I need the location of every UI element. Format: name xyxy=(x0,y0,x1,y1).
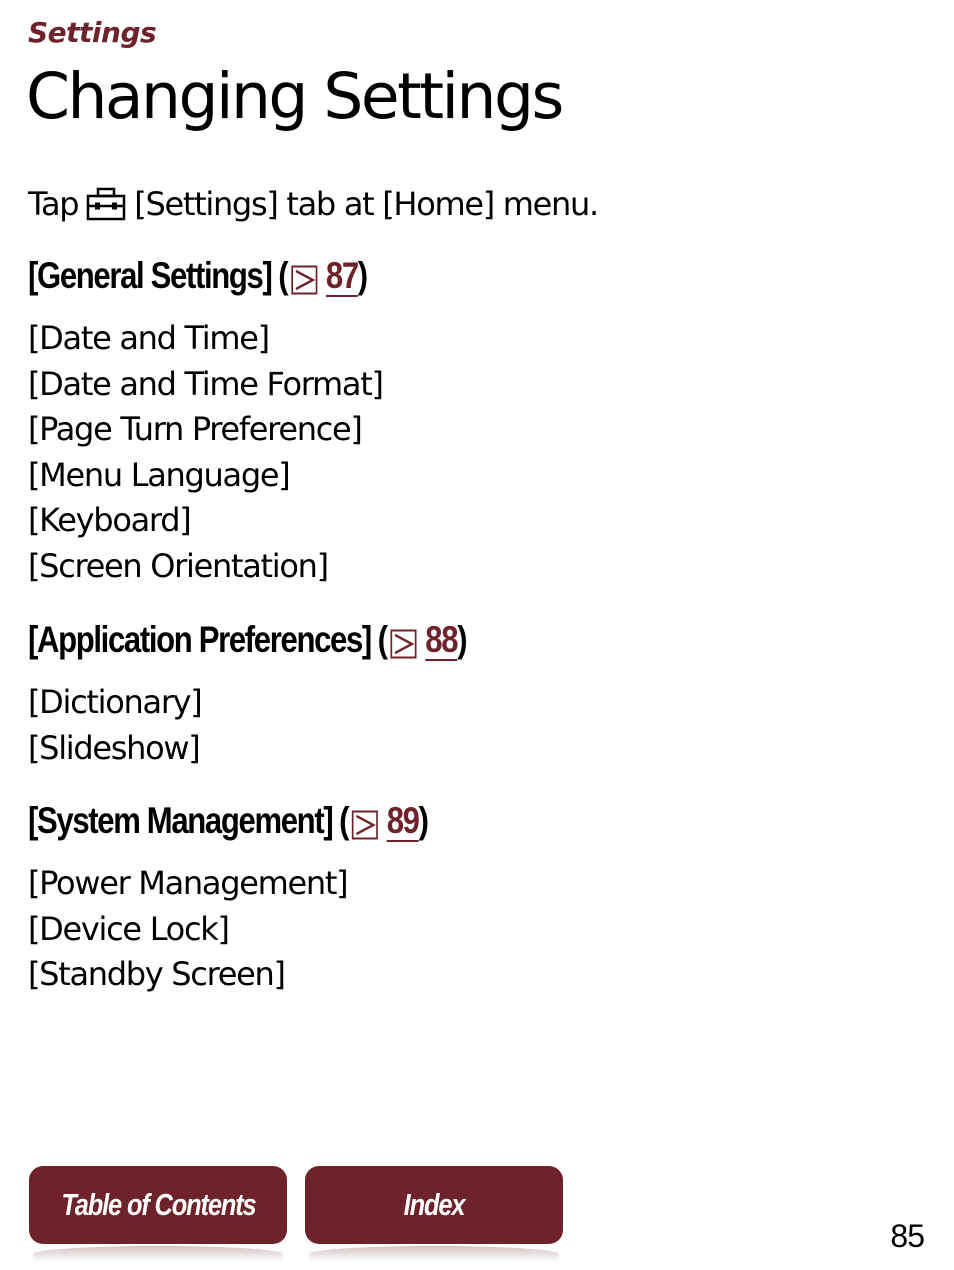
page-ref-link[interactable]: 89 xyxy=(387,799,420,843)
system-management-list: [Power Management] [Device Lock] [Standb… xyxy=(28,861,349,998)
close-paren: ) xyxy=(418,800,429,841)
intro-before: Tap xyxy=(28,185,80,223)
open-paren: ( xyxy=(377,619,388,660)
toolbox-icon xyxy=(86,187,126,221)
section-label: Settings xyxy=(28,16,157,49)
list-item: [Page Turn Preference] xyxy=(28,410,363,448)
intro-text: Tap [Settings] tab at [Home] menu. xyxy=(28,182,599,226)
heading-application-preferences: [Application Preferences] ( 88 ) xyxy=(28,618,468,662)
index-label: Index xyxy=(403,1187,466,1222)
list-item: [Screen Orientation] xyxy=(28,546,329,585)
list-item: [Date and Time Format] xyxy=(28,364,384,403)
list-item: [Standby Screen] xyxy=(28,955,286,993)
list-item: [Date and Time] xyxy=(28,319,270,357)
page-title: Changing Settings xyxy=(26,60,564,133)
page-ref-link[interactable]: 87 xyxy=(326,254,359,298)
list-item: [Power Management] xyxy=(28,864,349,902)
heading-text: [System Management] xyxy=(28,800,334,841)
page-ref-link[interactable]: 88 xyxy=(425,618,458,662)
index-button[interactable]: Index xyxy=(305,1166,563,1262)
heading-general-settings: [General Settings] ( 87 ) xyxy=(28,254,368,298)
list-item: [Slideshow] xyxy=(28,728,201,767)
arrow-ref-icon xyxy=(390,625,417,659)
intro-after: [Settings] tab at [Home] menu. xyxy=(134,185,599,223)
heading-text: [General Settings] xyxy=(28,255,273,296)
toc-label: Table of Contents xyxy=(60,1187,256,1222)
open-paren: ( xyxy=(339,800,349,841)
application-preferences-list: [Dictionary] [Slideshow] xyxy=(28,680,203,771)
list-item: [Dictionary] xyxy=(28,683,203,721)
open-paren: ( xyxy=(278,255,288,296)
page-number: 85 xyxy=(890,1218,925,1254)
close-paren: ) xyxy=(457,619,467,660)
close-paren: ) xyxy=(357,255,368,296)
list-item: [Device Lock] xyxy=(28,909,230,948)
heading-system-management: [System Management] ( 89 ) xyxy=(28,799,429,843)
list-item: [Keyboard] xyxy=(28,501,192,539)
heading-text: [Application Preferences] xyxy=(28,619,372,660)
list-item: [Menu Language] xyxy=(28,455,291,494)
table-of-contents-button[interactable]: Table of Contents xyxy=(29,1166,287,1262)
arrow-ref-icon xyxy=(291,261,318,295)
general-settings-list: [Date and Time] [Date and Time Format] [… xyxy=(28,316,384,589)
arrow-ref-icon xyxy=(351,806,378,840)
